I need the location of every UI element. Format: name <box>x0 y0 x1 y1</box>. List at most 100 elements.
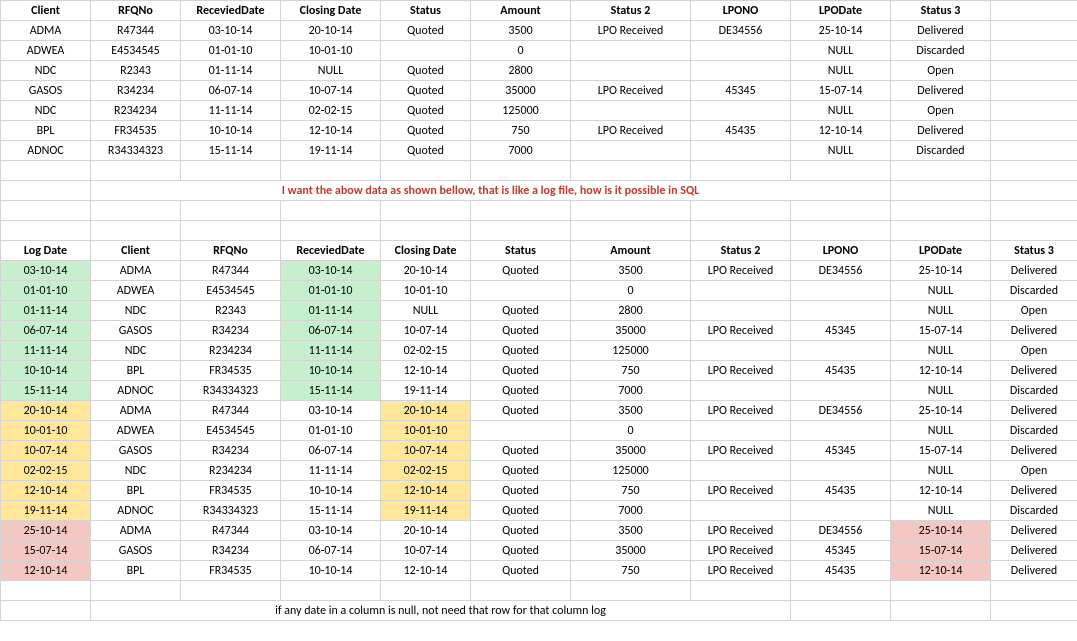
cell: 3500 <box>571 401 691 421</box>
cell: 0 <box>471 41 571 61</box>
cell: 01-01-10 <box>181 41 281 61</box>
cell: Quoted <box>471 521 571 541</box>
cell: 45345 <box>791 441 891 461</box>
cell: GASOS <box>91 321 181 341</box>
cell: DE34556 <box>791 261 891 281</box>
table-row: 12-10-14BPLFR3453510-10-1412-10-14Quoted… <box>1 481 1077 501</box>
column-header: Client <box>1 1 91 21</box>
cell: 15-07-14 <box>891 541 991 561</box>
cell: 15-11-14 <box>1 381 91 401</box>
cell <box>571 61 691 81</box>
cell <box>791 221 891 241</box>
cell <box>691 501 791 521</box>
cell: Quoted <box>471 401 571 421</box>
cell <box>381 41 471 61</box>
cell: FR34535 <box>181 361 281 381</box>
cell: 750 <box>571 481 691 501</box>
cell: DE34556 <box>791 521 891 541</box>
cell <box>991 41 1077 61</box>
cell: 7000 <box>571 381 691 401</box>
cell: Delivered <box>991 481 1077 501</box>
cell: Open <box>991 461 1077 481</box>
cell: NULL <box>891 421 991 441</box>
cell <box>791 281 891 301</box>
cell <box>281 161 381 181</box>
cell: 10-10-14 <box>281 361 381 381</box>
cell: R2343 <box>181 301 281 321</box>
cell: 12-10-14 <box>1 561 91 581</box>
cell <box>991 121 1077 141</box>
cell: 3500 <box>571 261 691 281</box>
cell: Quoted <box>471 501 571 521</box>
cell <box>181 581 281 601</box>
cell <box>381 221 471 241</box>
note-row: I want the abow data as shown bellow, th… <box>1 181 1077 201</box>
cell <box>891 161 991 181</box>
cell <box>691 341 791 361</box>
column-header: Status 2 <box>571 1 691 21</box>
cell <box>1 601 91 621</box>
cell: R34334323 <box>181 381 281 401</box>
cell: LPO Received <box>691 541 791 561</box>
cell: 25-10-14 <box>891 521 991 541</box>
cell: 25-10-14 <box>791 21 891 41</box>
cell: DE34556 <box>691 21 791 41</box>
cell: R47344 <box>181 521 281 541</box>
cell: Delivered <box>991 401 1077 421</box>
cell: ADWEA <box>91 281 181 301</box>
cell: 45435 <box>691 121 791 141</box>
cell: Discarded <box>891 141 991 161</box>
cell: ADNOC <box>91 501 181 521</box>
cell: Delivered <box>991 321 1077 341</box>
cell: 15-11-14 <box>281 501 381 521</box>
cell: R34234 <box>181 441 281 461</box>
cell: ADMA <box>91 261 181 281</box>
cell: R234234 <box>181 341 281 361</box>
cell: Delivered <box>991 361 1077 381</box>
cell: NULL <box>791 41 891 61</box>
cell: LPO Received <box>571 21 691 41</box>
cell: 06-07-14 <box>181 81 281 101</box>
cell: DE34556 <box>791 401 891 421</box>
table-row: ADWEAE453454501-01-1010-01-100NULLDiscar… <box>1 41 1077 61</box>
cell: 45435 <box>791 561 891 581</box>
cell <box>471 281 571 301</box>
cell: LPO Received <box>691 561 791 581</box>
cell <box>691 101 791 121</box>
column-header: RFQNo <box>181 241 281 261</box>
cell: Delivered <box>991 521 1077 541</box>
column-header: LPODate <box>891 241 991 261</box>
cell: Quoted <box>471 441 571 461</box>
table-row: GASOSR3423406-07-1410-07-14Quoted35000LP… <box>1 81 1077 101</box>
cell <box>791 301 891 321</box>
cell <box>471 581 571 601</box>
table-row: 15-07-14GASOSR3423406-07-1410-07-14Quote… <box>1 541 1077 561</box>
cell <box>691 61 791 81</box>
cell: 03-10-14 <box>281 521 381 541</box>
cell <box>571 201 691 221</box>
cell: 11-11-14 <box>181 101 281 121</box>
cell: Quoted <box>471 301 571 321</box>
cell: 15-07-14 <box>891 441 991 461</box>
cell: 750 <box>471 121 571 141</box>
cell <box>1 581 91 601</box>
cell: Quoted <box>471 381 571 401</box>
cell: FR34535 <box>181 561 281 581</box>
column-header: Log Date <box>1 241 91 261</box>
cell <box>991 61 1077 81</box>
cell <box>381 581 471 601</box>
cell <box>791 461 891 481</box>
cell <box>991 81 1077 101</box>
cell: ADMA <box>1 21 91 41</box>
cell: Quoted <box>471 261 571 281</box>
cell: 125000 <box>571 341 691 361</box>
cell: Delivered <box>991 561 1077 581</box>
cell <box>991 141 1077 161</box>
column-header: Client <box>91 241 181 261</box>
cell: ADWEA <box>1 41 91 61</box>
cell: Discarded <box>991 501 1077 521</box>
cell: 12-10-14 <box>891 481 991 501</box>
cell: Open <box>991 301 1077 321</box>
cell: 11-11-14 <box>1 341 91 361</box>
cell: R47344 <box>181 261 281 281</box>
